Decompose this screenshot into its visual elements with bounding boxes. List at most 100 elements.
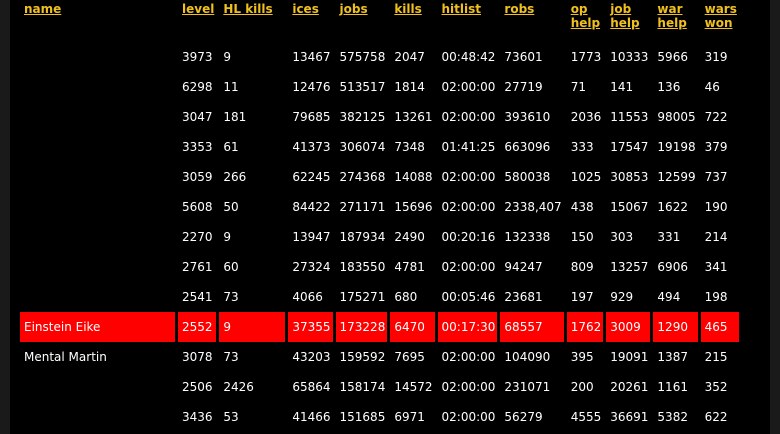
cell-player-name[interactable]: [20, 72, 175, 102]
cell-jobs: 187934: [339, 230, 386, 244]
sort-ices-link[interactable]: ices: [292, 2, 319, 16]
col-header-war-help: war help: [653, 0, 697, 42]
cell-jobs: 159592: [339, 350, 386, 364]
cell-ices: 4066: [292, 290, 323, 304]
cell-jobs: 151685: [339, 410, 386, 424]
cell-robs: 27719: [504, 80, 543, 94]
cell-kills: 14088: [394, 170, 433, 184]
cell-ices: 65864: [292, 380, 331, 394]
sort-robs-link[interactable]: robs: [504, 2, 534, 16]
table-row: 2270 9 13947 187934 2490 00:20:16 132338 150 303…: [20, 222, 739, 252]
cell-ices: 43203: [292, 350, 331, 364]
cell-wars-won: 190: [704, 200, 728, 214]
cell-robs: 73601: [504, 50, 543, 64]
cell-war-help: 6906: [657, 260, 688, 274]
cell-robs: 663096: [504, 140, 551, 154]
col-header-wars-won: wars won: [701, 0, 739, 42]
table-row: 3436 53 41466 151685 6971 02:00:00 56279 4555 36…: [20, 402, 739, 432]
cell-level: 3047: [182, 110, 213, 124]
cell-hitlist: 02:00:00: [441, 410, 496, 424]
cell-hl-kills: 9: [219, 312, 286, 342]
cell-kills: 2047: [394, 50, 425, 64]
cell-player-name[interactable]: [20, 42, 175, 72]
cell-ices: 27324: [292, 260, 331, 274]
cell-level: 3059: [182, 170, 213, 184]
cell-hl-kills: 11: [223, 80, 239, 94]
cell-jobs: 173228: [335, 312, 388, 342]
cell-robs: 23681: [504, 290, 543, 304]
col-header-jobs: jobs: [336, 0, 388, 42]
col-header-robs: robs: [500, 0, 563, 42]
cell-player-name[interactable]: [20, 252, 175, 282]
cell-hl-kills: 73: [223, 350, 239, 364]
cell-player-name[interactable]: [20, 222, 175, 252]
sort-hl-kills-link[interactable]: HL kills: [223, 2, 272, 16]
cell-jobs: 274368: [339, 170, 386, 184]
table-header-row: name level HL kills ices jobs kills hitl…: [20, 0, 739, 42]
cell-player-name[interactable]: [20, 402, 175, 432]
cell-player-name[interactable]: Einstein Eike: [20, 312, 175, 342]
cell-job-help: 30853: [610, 170, 649, 184]
table-row-highlighted: Einstein Eike 2552 9 37355 173228 6470 00:17:3…: [20, 312, 739, 342]
sort-op-help-link[interactable]: op help: [571, 2, 600, 30]
cell-player-name[interactable]: Mental Martin: [20, 342, 175, 372]
cell-level: 5608: [182, 200, 213, 214]
sort-war-help-link[interactable]: war help: [657, 2, 686, 30]
sort-kills-link[interactable]: kills: [394, 2, 421, 16]
cell-jobs: 158174: [339, 380, 386, 394]
cell-kills: 7695: [394, 350, 425, 364]
cell-level: 3353: [182, 140, 213, 154]
col-header-hl-kills: HL kills: [219, 0, 285, 42]
cell-wars-won: 198: [704, 290, 728, 304]
cell-ices: 84422: [292, 200, 331, 214]
cell-war-help: 1622: [657, 200, 688, 214]
cell-hitlist: 00:20:16: [441, 230, 496, 244]
cell-hl-kills: 73: [223, 290, 239, 304]
cell-robs: 2338,407: [504, 200, 562, 214]
cell-wars-won: 722: [704, 110, 728, 124]
cell-level: 2506: [182, 380, 213, 394]
cell-op-help: 395: [570, 350, 594, 364]
cell-ices: 12476: [292, 80, 331, 94]
sort-level-link[interactable]: level: [182, 2, 214, 16]
table-row: 2761 60 27324 183550 4781 02:00:00 94247 809 132…: [20, 252, 739, 282]
cell-op-help: 1762: [566, 312, 604, 342]
cell-player-name[interactable]: [20, 132, 175, 162]
col-header-hitlist: hitlist: [438, 0, 498, 42]
cell-war-help: 1387: [657, 350, 688, 364]
cell-hl-kills: 60: [223, 260, 239, 274]
sort-jobs-link[interactable]: jobs: [340, 2, 368, 16]
table-body: 3973 9 13467 575758 2047 00:48:42 73601 1773 103…: [20, 42, 739, 432]
sort-name-link[interactable]: name: [24, 2, 61, 16]
cell-wars-won: 622: [704, 410, 728, 424]
cell-op-help: 150: [570, 230, 594, 244]
cell-hl-kills: 266: [223, 170, 247, 184]
cell-job-help: 11553: [610, 110, 649, 124]
cell-player-name[interactable]: [20, 372, 175, 402]
cell-robs: 231071: [504, 380, 551, 394]
sort-hitlist-link[interactable]: hitlist: [442, 2, 482, 16]
cell-jobs: 382125: [339, 110, 386, 124]
cell-hitlist: 02:00:00: [441, 350, 496, 364]
cell-job-help: 15067: [610, 200, 649, 214]
cell-level: 2552: [178, 312, 217, 342]
sort-wars-won-link[interactable]: wars won: [705, 2, 737, 30]
table-row: 3059 266 62245 274368 14088 02:00:00 580038 102…: [20, 162, 739, 192]
cell-wars-won: 352: [704, 380, 728, 394]
cell-op-help: 1773: [570, 50, 602, 64]
cell-wars-won: 215: [704, 350, 728, 364]
cell-hl-kills: 9: [223, 50, 231, 64]
cell-player-name[interactable]: [20, 282, 175, 312]
cell-hitlist: 00:05:46: [441, 290, 496, 304]
cell-player-name[interactable]: [20, 102, 175, 132]
cell-player-name[interactable]: [20, 192, 175, 222]
col-header-name: name: [20, 0, 175, 42]
cell-war-help: 1161: [657, 380, 688, 394]
cell-wars-won: 214: [704, 230, 728, 244]
cell-hitlist: 02:00:00: [441, 80, 496, 94]
sort-job-help-link[interactable]: job help: [610, 2, 639, 30]
cell-player-name[interactable]: [20, 162, 175, 192]
cell-job-help: 141: [610, 80, 634, 94]
cell-job-help: 19091: [610, 350, 649, 364]
cell-robs: 94247: [504, 260, 543, 274]
